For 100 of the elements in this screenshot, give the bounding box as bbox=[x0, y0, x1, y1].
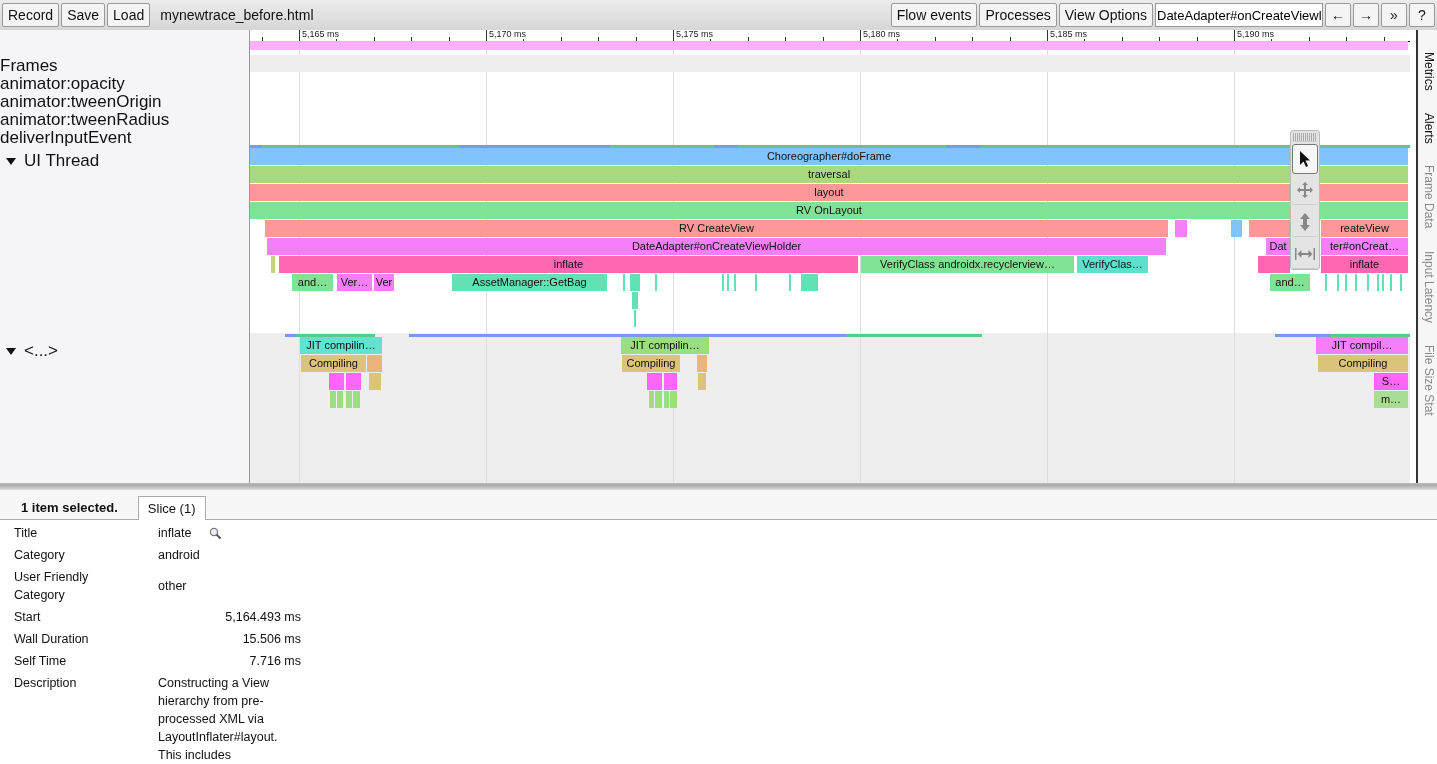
tick-label: 5,175 ms bbox=[676, 30, 714, 39]
trace-slice[interactable]: Compiling bbox=[1318, 355, 1408, 372]
slice-mark[interactable] bbox=[655, 274, 657, 291]
nav-button[interactable]: → bbox=[1353, 3, 1379, 27]
property-name: User Friendly Category bbox=[14, 569, 90, 604]
pointer-icon bbox=[1297, 149, 1313, 168]
trace-slice[interactable]: AssetManager::GetBag bbox=[452, 274, 607, 291]
slice-mark[interactable] bbox=[734, 274, 736, 291]
trace-slice[interactable]: Compiling bbox=[301, 355, 366, 372]
nav-button[interactable]: » bbox=[1381, 3, 1407, 27]
trace-slice[interactable]: reateView bbox=[1321, 220, 1408, 237]
property-value: inflate bbox=[158, 525, 192, 542]
trace-slice[interactable]: Dat bbox=[1266, 238, 1290, 255]
expand-triangle-icon[interactable] bbox=[6, 157, 16, 165]
toolbar-button[interactable]: View Options bbox=[1058, 3, 1153, 27]
file-name: mynewtrace_before.html bbox=[160, 7, 314, 23]
slice-mark[interactable] bbox=[346, 391, 352, 408]
slice-mark[interactable] bbox=[271, 256, 275, 273]
property-name: Category bbox=[14, 547, 66, 564]
slice-mark[interactable] bbox=[346, 373, 361, 390]
slice-mark[interactable] bbox=[697, 355, 707, 372]
trace-slice[interactable]: m… bbox=[1374, 391, 1408, 408]
trace-slice[interactable]: Ver bbox=[374, 274, 394, 291]
slice-mark[interactable] bbox=[664, 373, 677, 390]
slice-mark[interactable] bbox=[632, 292, 638, 309]
nav-button[interactable]: ← bbox=[1325, 3, 1351, 27]
toolbar-button[interactable]: Record bbox=[2, 3, 60, 27]
slice-mark[interactable] bbox=[1377, 274, 1379, 291]
tick-label: 5,185 ms bbox=[1050, 30, 1088, 39]
slice-mark[interactable] bbox=[670, 391, 677, 408]
toolbar-button[interactable]: Save bbox=[61, 3, 106, 27]
trace-slice[interactable]: RV OnLayout bbox=[250, 202, 1408, 219]
search-icon[interactable] bbox=[209, 526, 223, 540]
search-field[interactable]: DateAdapter#onCreateViewl bbox=[1155, 3, 1323, 27]
trace-slice[interactable]: VerifyClass androidx.recyclerview… bbox=[861, 256, 1074, 273]
track-label: animator:tweenRadius bbox=[0, 111, 171, 129]
slice-mark[interactable] bbox=[1400, 274, 1402, 291]
slice-mark[interactable] bbox=[1175, 220, 1187, 237]
trace-slice[interactable]: and… bbox=[1270, 274, 1310, 291]
slice-mark[interactable] bbox=[337, 391, 343, 408]
details-tab[interactable]: Slice (1) bbox=[137, 496, 206, 520]
trace-slice[interactable]: inflate bbox=[1321, 256, 1408, 273]
thread-label: <...> bbox=[24, 341, 59, 361]
grip-icon[interactable] bbox=[1293, 133, 1317, 142]
expand-triangle-icon[interactable] bbox=[6, 347, 16, 355]
slice-mark[interactable] bbox=[1325, 274, 1327, 291]
selection-count: 1 item selected. bbox=[20, 500, 119, 517]
slice-mark[interactable] bbox=[1390, 274, 1392, 291]
trace-slice[interactable]: Compiling bbox=[622, 355, 680, 372]
trace-slice[interactable]: JIT compilin… bbox=[621, 337, 709, 354]
trace-slice[interactable]: traversal bbox=[250, 166, 1408, 183]
slice-mark[interactable] bbox=[1382, 274, 1384, 291]
slice-mark[interactable] bbox=[329, 373, 344, 390]
trace-slice[interactable]: inflate bbox=[279, 256, 858, 273]
trace-slice[interactable]: VerifyClas… bbox=[1077, 256, 1148, 273]
trace-slice[interactable]: S… bbox=[1374, 373, 1408, 390]
slice-mark[interactable] bbox=[367, 355, 382, 372]
slice-mark[interactable] bbox=[649, 391, 654, 408]
slice-mark[interactable] bbox=[634, 310, 636, 327]
slice-mark[interactable] bbox=[1345, 274, 1347, 291]
slice-mark[interactable] bbox=[698, 373, 706, 390]
slice-mark[interactable] bbox=[647, 373, 662, 390]
trace-slice[interactable]: JIT compil… bbox=[1316, 337, 1408, 354]
slice-mark[interactable] bbox=[789, 274, 791, 291]
trace-slice[interactable]: JIT compilin… bbox=[300, 337, 382, 354]
trace-slice[interactable]: Ver… bbox=[337, 274, 372, 291]
property-value: 15.506 ms bbox=[242, 631, 301, 648]
slice-mark[interactable] bbox=[369, 373, 381, 390]
property-name: Title bbox=[14, 525, 39, 542]
side-tab[interactable]: Alerts bbox=[1421, 112, 1436, 144]
slice-mark[interactable] bbox=[330, 391, 336, 408]
slice-mark[interactable] bbox=[722, 274, 724, 291]
slice-mark[interactable] bbox=[630, 274, 640, 291]
slice-mark[interactable] bbox=[1337, 274, 1339, 291]
slice-mark[interactable] bbox=[655, 391, 662, 408]
trace-slice[interactable]: ter#onCreat… bbox=[1321, 238, 1408, 255]
slice-mark[interactable] bbox=[727, 274, 729, 291]
trace-slice[interactable]: DateAdapter#onCreateViewHolder bbox=[267, 238, 1166, 255]
nav-button[interactable]: ? bbox=[1409, 3, 1435, 27]
slice-mark[interactable] bbox=[801, 274, 818, 291]
property-value: 5,164.493 ms bbox=[225, 609, 301, 626]
toolbar-button[interactable]: Load bbox=[107, 3, 151, 27]
trace-slice[interactable]: RV CreateView bbox=[265, 220, 1168, 237]
trace-slice[interactable]: layout bbox=[250, 184, 1408, 201]
slice-mark[interactable] bbox=[664, 391, 669, 408]
slice-mark[interactable] bbox=[1367, 274, 1369, 291]
trace-slice[interactable]: Choreographer#doFrame bbox=[250, 148, 1408, 165]
slice-mark[interactable] bbox=[755, 274, 757, 291]
toolbar-button[interactable]: Processes bbox=[979, 3, 1057, 27]
track-label: animator:tweenOrigin bbox=[0, 93, 163, 111]
side-tab[interactable]: Metrics bbox=[1421, 52, 1436, 91]
pointer-tool-button[interactable] bbox=[1292, 143, 1318, 174]
slice-mark[interactable] bbox=[1231, 220, 1242, 237]
slice-mark[interactable] bbox=[1355, 274, 1357, 291]
tick-label: 5,165 ms bbox=[302, 30, 340, 39]
trace-slice[interactable]: and… bbox=[292, 274, 333, 291]
slice-mark[interactable] bbox=[623, 274, 625, 291]
toolbar-button[interactable]: Flow events bbox=[890, 3, 978, 27]
slice-mark[interactable] bbox=[353, 391, 360, 408]
property-value: other bbox=[158, 578, 187, 595]
